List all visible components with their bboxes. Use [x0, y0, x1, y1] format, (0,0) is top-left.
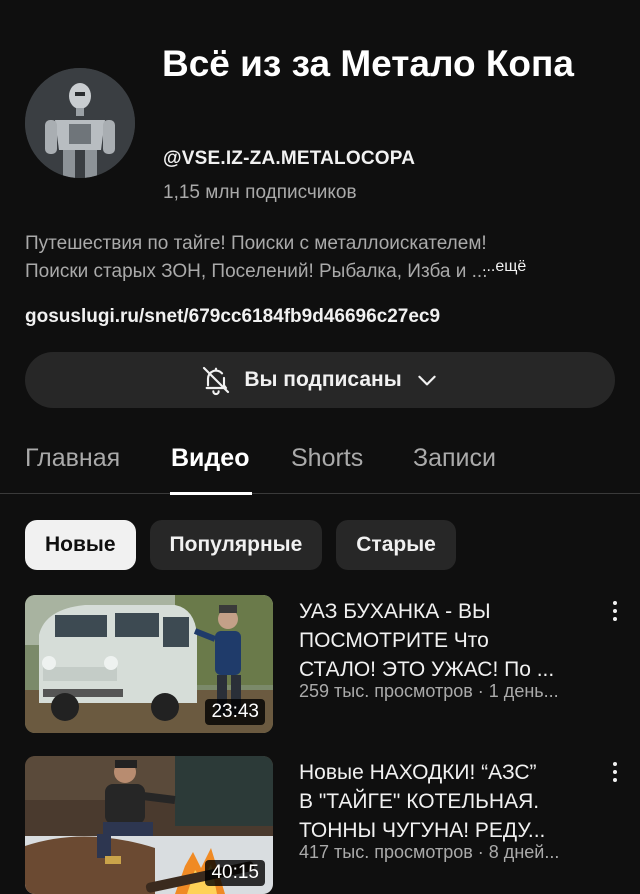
video-item: 23:43 УАЗ БУХАНКА - ВЫ ПОСМОТРИТЕ Что СТ…	[25, 595, 625, 735]
video-meta: 417 тыс. просмотров · 8 дней...	[299, 842, 560, 862]
chip-oldest[interactable]: Старые	[336, 520, 456, 570]
description-line: Поиски старых ЗОН, Поселений! Рыбалка, И…	[25, 261, 488, 282]
bell-off-icon	[200, 364, 232, 396]
more-link[interactable]: ...ещё	[482, 258, 526, 276]
channel-title: Всё из за Метало Копа	[162, 43, 574, 84]
video-title[interactable]: УАЗ БУХАНКА - ВЫ ПОСМОТРИТЕ Что СТАЛО! Э…	[299, 597, 599, 684]
video-title[interactable]: Новые НАХОДКИ! “АЗС” В "ТАЙГЕ" КОТЕЛЬНАЯ…	[299, 758, 599, 845]
subscriber-count: 1,15 млн подписчиков	[163, 182, 357, 203]
channel-tabs: Главная Видео Shorts Записи	[0, 430, 640, 495]
video-title-line: СТАЛО! ЭТО УЖАС! По ...	[299, 658, 555, 681]
active-tab-indicator	[170, 492, 252, 495]
video-duration: 23:43	[205, 699, 265, 725]
video-title-line: В "ТАЙГЕ" КОТЕЛЬНАЯ.	[299, 790, 540, 813]
video-thumbnail[interactable]: 23:43	[25, 595, 273, 733]
video-duration: 40:15	[205, 860, 265, 886]
channel-description[interactable]: Путешествия по тайге! Поиски с металлоис…	[25, 230, 615, 286]
description-line: Путешествия по тайге! Поиски с металлоис…	[25, 233, 487, 254]
robot-avatar-image	[25, 68, 135, 178]
sort-chips: Новые Популярные Старые	[25, 520, 456, 570]
video-title-line: ПОСМОТРИТЕ Что	[299, 629, 489, 652]
tab-shorts[interactable]: Shorts	[291, 444, 363, 473]
tab-videos[interactable]: Видео	[171, 444, 249, 473]
subscribed-label: Вы подписаны	[244, 368, 402, 391]
more-vert-icon[interactable]	[605, 597, 625, 625]
channel-header: Всё из за Метало Копа @VSE.IZ-ZA.METALOC…	[0, 0, 640, 220]
video-thumbnail[interactable]: 40:15	[25, 756, 273, 894]
video-meta: 259 тыс. просмотров · 1 день...	[299, 681, 559, 701]
channel-link[interactable]: gosuslugi.ru/snet/679cc6184fb9d46696c27e…	[25, 306, 440, 328]
subscribed-button[interactable]: Вы подписаны	[25, 352, 615, 408]
chip-newest[interactable]: Новые	[25, 520, 136, 570]
chip-popular[interactable]: Популярные	[149, 520, 323, 570]
channel-avatar[interactable]	[25, 68, 135, 178]
chevron-down-icon	[414, 367, 440, 393]
tab-home[interactable]: Главная	[25, 444, 120, 473]
video-title-line: Новые НАХОДКИ! “АЗС”	[299, 761, 537, 784]
video-title-line: УАЗ БУХАНКА - ВЫ	[299, 600, 491, 623]
video-title-line: ТОННЫ ЧУГУНА! РЕДУ...	[299, 819, 546, 842]
video-item: 40:15 Новые НАХОДКИ! “АЗС” В "ТАЙГЕ" КОТ…	[25, 756, 625, 894]
channel-handle: @VSE.IZ-ZA.METALOCOPA	[163, 148, 416, 169]
tab-posts[interactable]: Записи	[413, 444, 496, 473]
more-vert-icon[interactable]	[605, 758, 625, 786]
